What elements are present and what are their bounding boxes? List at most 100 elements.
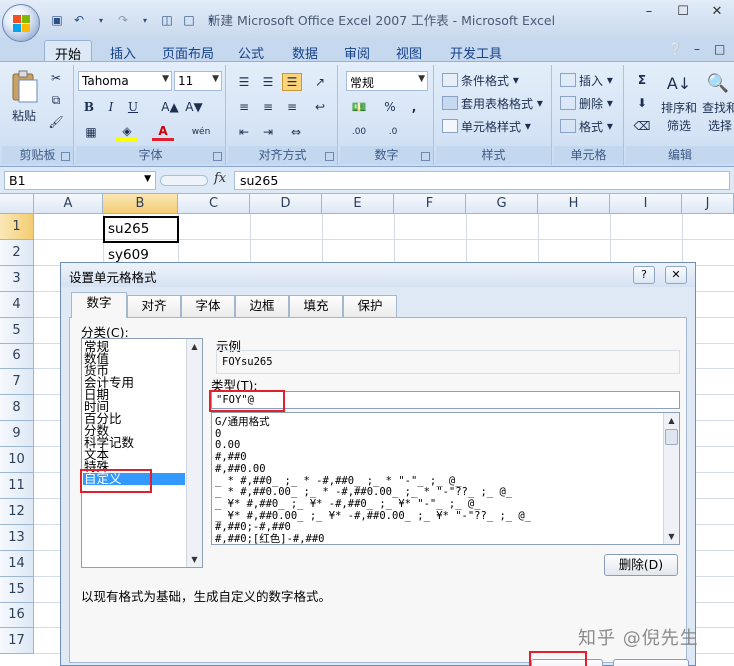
tab-data[interactable]: 数据 [282, 40, 328, 62]
decrease-decimal-icon[interactable]: .0 [380, 123, 406, 141]
formula-bar-splitter[interactable] [160, 175, 208, 186]
increase-indent-icon[interactable]: ⇥ [258, 123, 278, 141]
format-cells-button[interactable]: 格式 ▾ [560, 117, 613, 135]
scroll-thumb[interactable] [665, 429, 678, 445]
redo-dropdown-icon[interactable]: ▾ [136, 11, 154, 29]
row-header[interactable]: 6 [0, 344, 34, 369]
wrap-text-icon[interactable]: ↩ [308, 98, 332, 116]
row-header[interactable]: 3 [0, 266, 34, 292]
help-icon[interactable]: ❔ [668, 42, 683, 56]
column-header[interactable]: B [103, 194, 178, 214]
cell-styles-button[interactable]: 单元格样式 ▾ [442, 117, 531, 135]
tab-home[interactable]: 开始 [44, 40, 93, 63]
office-button[interactable] [2, 4, 40, 42]
row-header[interactable]: 4 [0, 292, 34, 318]
row-header[interactable]: 17 [0, 628, 34, 654]
format-list-item[interactable]: #,##0;[红色]-#,##0 [215, 533, 325, 544]
format-list-item[interactable]: _ * #,##0.00_ ;_ * -#,##0.00_ ;_ * "-"??… [215, 486, 512, 498]
delete-format-button[interactable]: 删除(D) [604, 554, 678, 576]
delete-cells-button[interactable]: 删除 ▾ [560, 94, 613, 112]
conditional-format-button[interactable]: 条件格式 ▾ [442, 71, 519, 89]
maximize-button[interactable]: ☐ [666, 0, 700, 22]
row-header[interactable]: 12 [0, 499, 34, 525]
cancel-button[interactable] [613, 659, 689, 666]
clipboard-launcher-icon[interactable] [61, 152, 70, 161]
borders-icon[interactable]: ▦ [80, 123, 102, 141]
ribbon-restore-icon[interactable]: □ [714, 42, 725, 56]
paste-icon[interactable] [6, 69, 42, 105]
row-header[interactable]: 7 [0, 369, 34, 395]
fill-icon[interactable]: ⬇ [632, 94, 652, 112]
shrink-font-icon[interactable]: A▼ [184, 98, 204, 116]
format-list-item[interactable]: G/通用格式 [215, 416, 270, 428]
tab-review[interactable]: 审阅 [334, 40, 380, 62]
format-list-item[interactable]: _ ¥* #,##0_ ;_ ¥* -#,##0_ ;_ ¥* "-"_ ;_ … [215, 498, 481, 510]
cell-b2[interactable]: sy609 [108, 247, 149, 263]
orientation-icon[interactable]: ↗ [308, 73, 332, 91]
percent-icon[interactable]: % [380, 98, 400, 116]
category-listbox[interactable]: 常规 数值 货币 会计专用 日期 时间 百分比 分数 科学记数 文本 特殊 自定… [81, 338, 203, 568]
cell-b1[interactable]: su265 [108, 221, 149, 237]
format-list-item[interactable]: #,##0;-#,##0 [215, 521, 291, 533]
tab-developer[interactable]: 开发工具 [440, 40, 512, 62]
ribbon-minimize-icon[interactable]: – [694, 42, 700, 56]
underline-button[interactable]: U [124, 98, 142, 116]
row-header[interactable]: 9 [0, 421, 34, 447]
tab-page-layout[interactable]: 页面布局 [152, 40, 224, 62]
print-preview-icon[interactable]: ◫ [158, 11, 176, 29]
format-list-item[interactable]: _ * #,##0_ ;_ * -#,##0_ ;_ * "-"_ ;_ @_ [215, 475, 462, 487]
tab-insert[interactable]: 插入 [100, 40, 146, 62]
find-select-button[interactable]: 查找和 [700, 99, 734, 115]
dialog-close-button[interactable]: ✕ [665, 266, 687, 284]
comma-style-icon[interactable]: , [404, 98, 424, 116]
align-bottom-icon[interactable]: ☰ [282, 73, 302, 91]
insert-function-icon[interactable]: fx [214, 171, 226, 186]
decrease-indent-icon[interactable]: ⇤ [234, 123, 254, 141]
merge-center-icon[interactable]: ⇔ [284, 123, 308, 141]
column-header[interactable]: D [250, 194, 322, 214]
format-list-item[interactable]: #,##0.00 [215, 463, 266, 475]
font-color-icon[interactable]: A [152, 123, 174, 141]
font-name-combo[interactable]: Tahoma ▼ [78, 71, 172, 91]
sort-filter-button-line2[interactable]: 筛选 [658, 117, 700, 133]
column-header[interactable]: I [610, 194, 682, 214]
insert-cells-button[interactable]: 插入 ▾ [560, 71, 613, 89]
tab-font[interactable]: 字体 [181, 295, 235, 317]
format-as-table-button[interactable]: 套用表格格式 ▾ [442, 94, 543, 112]
tab-number[interactable]: 数字 [71, 292, 127, 318]
font-size-combo[interactable]: 11 ▼ [174, 71, 222, 91]
number-format-combo[interactable]: 常规 ▼ [346, 71, 428, 91]
column-header[interactable]: H [538, 194, 610, 214]
column-header[interactable]: A [34, 194, 103, 214]
paste-button[interactable]: 粘贴 [6, 107, 42, 123]
sort-filter-icon[interactable]: A↓ [664, 69, 694, 97]
tab-fill[interactable]: 填充 [289, 295, 343, 317]
row-header[interactable]: 14 [0, 551, 34, 577]
column-header[interactable]: G [466, 194, 538, 214]
row-header[interactable]: 1 [0, 214, 34, 240]
font-launcher-icon[interactable] [213, 152, 222, 161]
bold-button[interactable]: B [80, 98, 98, 116]
format-list-item[interactable]: #,##0 [215, 451, 247, 463]
format-list-item[interactable]: 0 [215, 428, 221, 440]
minimize-button[interactable]: – [632, 0, 666, 22]
redo-icon[interactable]: ↷ [114, 11, 132, 29]
row-header[interactable]: 2 [0, 240, 34, 266]
undo-icon[interactable]: ↶ [70, 11, 88, 29]
scroll-down-icon[interactable]: ▼ [187, 552, 202, 567]
undo-dropdown-icon[interactable]: ▾ [92, 11, 110, 29]
format-painter-icon[interactable]: 🖌 [46, 113, 66, 131]
column-header[interactable]: C [178, 194, 250, 214]
close-button[interactable]: ✕ [700, 0, 734, 22]
fill-color-icon[interactable]: ◈ [116, 123, 138, 141]
autosum-icon[interactable]: Σ [632, 71, 652, 89]
cut-icon[interactable]: ✂ [46, 69, 66, 87]
format-type-listbox[interactable]: G/通用格式 0 0.00 #,##0 #,##0.00 _ * #,##0_ ;_ * … [211, 412, 680, 545]
scroll-up-icon[interactable]: ▲ [664, 413, 679, 428]
tab-protection[interactable]: 保护 [343, 295, 397, 317]
tab-border[interactable]: 边框 [235, 295, 289, 317]
row-header[interactable]: 5 [0, 318, 34, 344]
column-header[interactable]: J [682, 194, 734, 214]
dialog-help-button[interactable]: ? [633, 266, 655, 284]
tab-alignment[interactable]: 对齐 [127, 295, 181, 317]
